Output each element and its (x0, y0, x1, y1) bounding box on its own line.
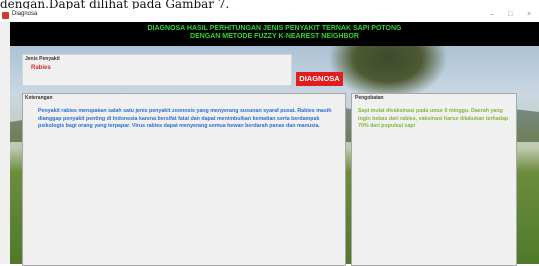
jenis-penyakit-panel: Jenis Penyakit Rabies (22, 54, 292, 86)
jenis-penyakit-label: Jenis Penyakit (25, 56, 60, 62)
maximize-button[interactable]: □ (508, 11, 512, 18)
document-caption: dengan.Dapat dilihat pada Gambar 7. (0, 0, 539, 9)
window-title: Diagnosa (12, 11, 38, 17)
diagnosa-window: Diagnosa – □ × DIAGNOSA HASIL PERHITUNGA… (0, 9, 539, 266)
pengobatan-text: Sapi mulai divaksinasi pada umur 6 mingg… (358, 108, 509, 129)
header-title-line1: DIAGNOSA HASIL PERHITUNGAN JENIS PENYAKI… (147, 25, 402, 32)
pengobatan-label: Pengobatan (355, 95, 384, 101)
keterangan-label: Keterangan (25, 95, 53, 101)
pengobatan-panel: Pengobatan Sapi mulai divaksinasi pada u… (351, 93, 517, 266)
title-bar: Diagnosa – □ × (0, 9, 539, 22)
diagnosa-button[interactable]: DIAGNOSA (296, 72, 343, 86)
minimize-button[interactable]: – (490, 11, 494, 18)
keterangan-text: Penyakit rabies merupakan salah satu jen… (38, 108, 332, 129)
keterangan-panel: Keterangan Penyakit rabies merupakan sal… (22, 93, 346, 266)
header-title-line2: DENGAN METODE FUZZY K-NEAREST NEIGHBOR (190, 33, 359, 40)
jenis-penyakit-value: Rabies (31, 65, 51, 71)
app-header: DIAGNOSA HASIL PERHITUNGAN JENIS PENYAKI… (10, 22, 539, 46)
app-icon (2, 12, 9, 19)
close-button[interactable]: × (527, 11, 531, 18)
